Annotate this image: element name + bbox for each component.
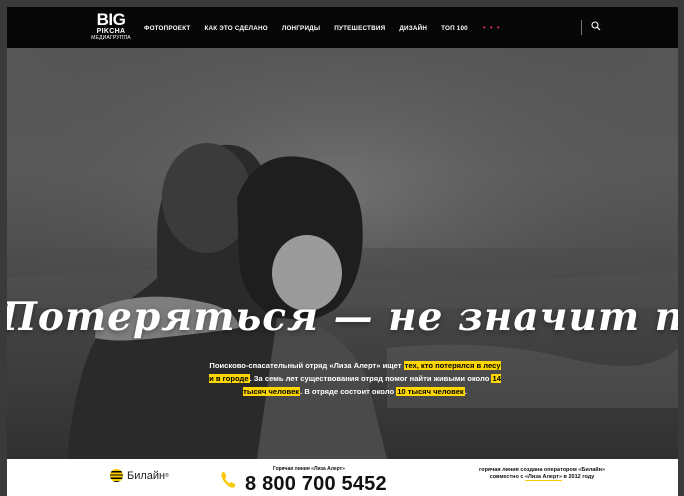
hero-description: Поисково-спасательный отряд «Лиза Алерт»… [209,359,501,398]
menu-item-photoproject[interactable]: ФОТОПРОЕКТ [144,25,190,32]
top-navigation: BIG PIKCHA МЕДИАГРУППА ФОТОПРОЕКТ КАК ЭТ… [7,7,678,48]
phone-icon [221,472,236,488]
hero-banner: Потеряться — не значит пропасть Поисково… [7,48,678,459]
menu-item-longreads[interactable]: ЛОНГРИДЫ [282,25,320,32]
window-frame-top [0,0,684,7]
menu-item-travel[interactable]: ПУТЕШЕСТВИЯ [334,25,385,32]
logo-sub2-text: МЕДИАГРУППА [91,35,131,41]
hero-text-part3: . В отряде состоит около [300,387,397,396]
menu-item-top-100[interactable]: ТОП 100 [441,25,468,32]
hotline-label: Горячая линия «Лиза Алерт» [273,466,345,472]
hero-text-part4: . [464,387,467,396]
window-frame-left [0,0,7,496]
hero-highlight-3: 10 тысяч человек [396,387,465,396]
beeline-trademark: ® [165,472,169,479]
beeline-logo[interactable]: Билайн ® [110,469,169,482]
hero-text-part1: Поисково-спасательный отряд «Лиза Алерт»… [209,361,404,370]
note-highlight: «Лиза Алерт» [524,474,563,481]
hero-text-part2: . За семь лет существования отряд помог … [249,374,492,383]
menu-item-design[interactable]: ДИЗАЙН [399,25,427,32]
hotline-bar: Билайн ® Горячая линия «Лиза Алерт» 8 800… [7,459,678,496]
site-logo[interactable]: BIG PIKCHA МЕДИАГРУППА [91,11,131,45]
nav-divider [581,20,582,35]
hotline-phone-number[interactable]: 8 800 700 5452 [245,473,387,496]
menu-item-how-it-is-made[interactable]: КАК ЭТО СДЕЛАНО [204,25,267,32]
search-icon[interactable] [591,21,601,31]
window-frame-right [678,0,684,496]
logo-big-text: BIG [96,10,126,29]
logo-sub-text: PIKCHA [96,28,126,35]
more-menu-dots[interactable]: • • • [483,24,501,32]
main-menu: ФОТОПРОЕКТ КАК ЭТО СДЕЛАНО ЛОНГРИДЫ ПУТЕ… [144,24,501,33]
hero-title: Потеряться — не значит пропасть [7,294,678,340]
beeline-brand-name: Билайн [127,469,166,482]
note-part2: в 2012 году [562,474,595,480]
hotline-note: горячая линия создана оператором «Билайн… [479,467,605,481]
beeline-stripes-icon [110,469,123,482]
